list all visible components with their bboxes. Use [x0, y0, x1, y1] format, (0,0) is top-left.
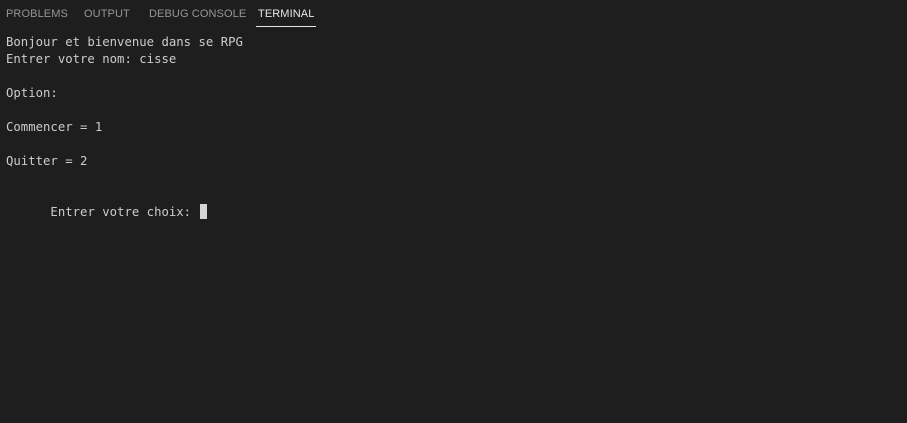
tab-debug-console[interactable]: DEBUG CONSOLE — [149, 0, 246, 28]
tab-terminal[interactable]: TERMINAL — [255, 0, 317, 28]
tab-problems[interactable]: PROBLEMS — [6, 0, 68, 28]
terminal-line: Commencer = 1 — [6, 120, 103, 134]
bottom-panel: PROBLEMS OUTPUT DEBUG CONSOLE TERMINAL B… — [0, 0, 907, 423]
terminal-prompt: Entrer votre choix: — [50, 205, 199, 219]
terminal-line: Quitter = 2 — [6, 154, 88, 168]
terminal-line: Entrer votre nom: cisse — [6, 52, 177, 66]
terminal-line: Option: — [6, 86, 58, 100]
tab-output[interactable]: OUTPUT — [84, 0, 130, 28]
terminal-prompt-line: Entrer votre choix: — [6, 187, 207, 219]
terminal-output[interactable]: Bonjour et bienvenue dans se RPG Entrer … — [6, 34, 901, 417]
panel-tab-bar: PROBLEMS OUTPUT DEBUG CONSOLE TERMINAL — [0, 0, 907, 28]
terminal-line: Bonjour et bienvenue dans se RPG — [6, 35, 243, 49]
terminal-cursor[interactable] — [199, 204, 207, 219]
